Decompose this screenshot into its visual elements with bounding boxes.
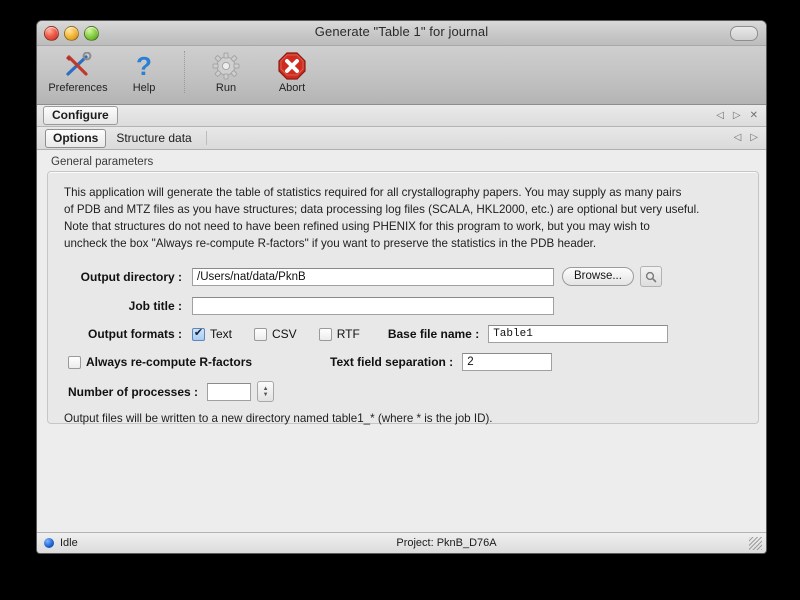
- checkbox-text[interactable]: Text: [192, 327, 232, 341]
- checkbox-text-label: Text: [210, 327, 232, 341]
- output-formats-label: Output formats :: [62, 327, 192, 341]
- tab-bar: Options Structure data ◁ ▷: [37, 127, 766, 150]
- tab-nav: ◁ ▷: [734, 133, 766, 143]
- general-parameters-panel: This application will generate the table…: [47, 171, 759, 424]
- checkbox-recompute-box[interactable]: [68, 356, 81, 369]
- content-area: General parameters This application will…: [37, 150, 766, 532]
- toolbar-separator: [184, 51, 186, 93]
- title-bar: Generate "Table 1" for journal: [37, 21, 766, 46]
- resize-grip[interactable]: [749, 537, 762, 550]
- tab-options[interactable]: Options: [45, 129, 106, 148]
- tools-icon: [45, 51, 111, 81]
- description-line-3: Note that structures do not need to have…: [64, 218, 744, 235]
- nav-next-icon[interactable]: ▷: [733, 111, 741, 121]
- checkbox-csv-label: CSV: [272, 327, 297, 341]
- number-of-processes-stepper[interactable]: ▲ ▼: [257, 381, 274, 402]
- base-file-name-label: Base file name :: [388, 327, 479, 341]
- checkbox-rtf[interactable]: RTF: [319, 327, 360, 341]
- status-text: Idle: [60, 537, 78, 549]
- checkbox-recompute-label: Always re-compute R-factors: [86, 355, 252, 369]
- tab-nav-prev-icon[interactable]: ◁: [734, 133, 742, 143]
- job-title-row: Job title :: [62, 297, 744, 315]
- configure-nav: ◁ ▷ ✕: [716, 111, 766, 121]
- number-of-processes-label: Number of processes :: [68, 385, 198, 399]
- output-directory-label: Output directory :: [62, 270, 192, 284]
- stepper-down-icon[interactable]: ▼: [263, 392, 269, 398]
- job-title-input[interactable]: [192, 297, 554, 315]
- tab-structure-data[interactable]: Structure data: [109, 130, 198, 147]
- project-label: Project: PknB_D76A: [127, 537, 766, 549]
- toolbar-label-help: Help: [111, 82, 177, 94]
- status-bar: Idle Project: PknB_D76A: [37, 532, 766, 553]
- number-of-processes-input[interactable]: [207, 383, 251, 401]
- output-directory-row: Output directory : Browse...: [62, 266, 744, 287]
- description-text: This application will generate the table…: [64, 184, 744, 252]
- tab-divider: [206, 131, 207, 145]
- tab-nav-next-icon[interactable]: ▷: [750, 133, 758, 143]
- status-indicator-icon: [44, 538, 54, 548]
- gear-icon: [193, 51, 259, 81]
- question-mark-icon: ?: [111, 51, 177, 81]
- output-footnote: Output files will be written to a new di…: [64, 412, 744, 425]
- toolbar-label-run: Run: [193, 82, 259, 94]
- base-file-name-input[interactable]: [488, 325, 668, 343]
- checkbox-csv[interactable]: CSV: [254, 327, 297, 341]
- toolbar-button-help[interactable]: ? Help: [111, 49, 177, 94]
- recompute-row: Always re-compute R-factors Text field s…: [62, 353, 744, 371]
- job-title-label: Job title :: [62, 299, 192, 313]
- application-window: Generate "Table 1" for journal Preferenc…: [36, 20, 767, 554]
- description-line-1: This application will generate the table…: [64, 184, 744, 201]
- checkbox-csv-box[interactable]: [254, 328, 267, 341]
- checkbox-text-box[interactable]: [192, 328, 205, 341]
- description-line-4: uncheck the box "Always re-compute R-fac…: [64, 235, 744, 252]
- svg-text:?: ?: [136, 52, 152, 80]
- nav-prev-icon[interactable]: ◁: [716, 111, 724, 121]
- main-toolbar: Preferences ? Help: [37, 46, 766, 105]
- toolbar-label-preferences: Preferences: [45, 82, 111, 94]
- configure-bar: Configure ◁ ▷ ✕: [37, 105, 766, 127]
- toolbar-button-abort[interactable]: Abort: [259, 49, 325, 94]
- checkbox-recompute-r-factors[interactable]: Always re-compute R-factors: [68, 355, 252, 369]
- browse-button[interactable]: Browse...: [562, 267, 634, 286]
- stop-octagon-icon: [259, 51, 325, 81]
- toolbar-button-preferences[interactable]: Preferences: [45, 49, 111, 94]
- toolbar-toggle-button[interactable]: [730, 26, 758, 41]
- window-title: Generate "Table 1" for journal: [37, 24, 766, 39]
- toolbar-button-run[interactable]: Run: [193, 49, 259, 94]
- group-label-general-parameters: General parameters: [51, 156, 766, 168]
- output-directory-input[interactable]: [192, 268, 554, 286]
- output-formats-row: Output formats : Text CSV RTF Base file …: [62, 325, 744, 343]
- description-line-2: of PDB and MTZ files as you have structu…: [64, 201, 744, 218]
- text-field-separation-label: Text field separation :: [330, 355, 453, 369]
- close-icon[interactable]: ✕: [750, 111, 758, 121]
- toolbar-label-abort: Abort: [259, 82, 325, 94]
- number-of-processes-row: Number of processes : ▲ ▼: [62, 381, 744, 402]
- tab-configure[interactable]: Configure: [43, 106, 118, 125]
- text-field-separation-input[interactable]: [462, 353, 552, 371]
- checkbox-rtf-label: RTF: [337, 327, 360, 341]
- magnifier-icon[interactable]: [640, 266, 662, 287]
- checkbox-rtf-box[interactable]: [319, 328, 332, 341]
